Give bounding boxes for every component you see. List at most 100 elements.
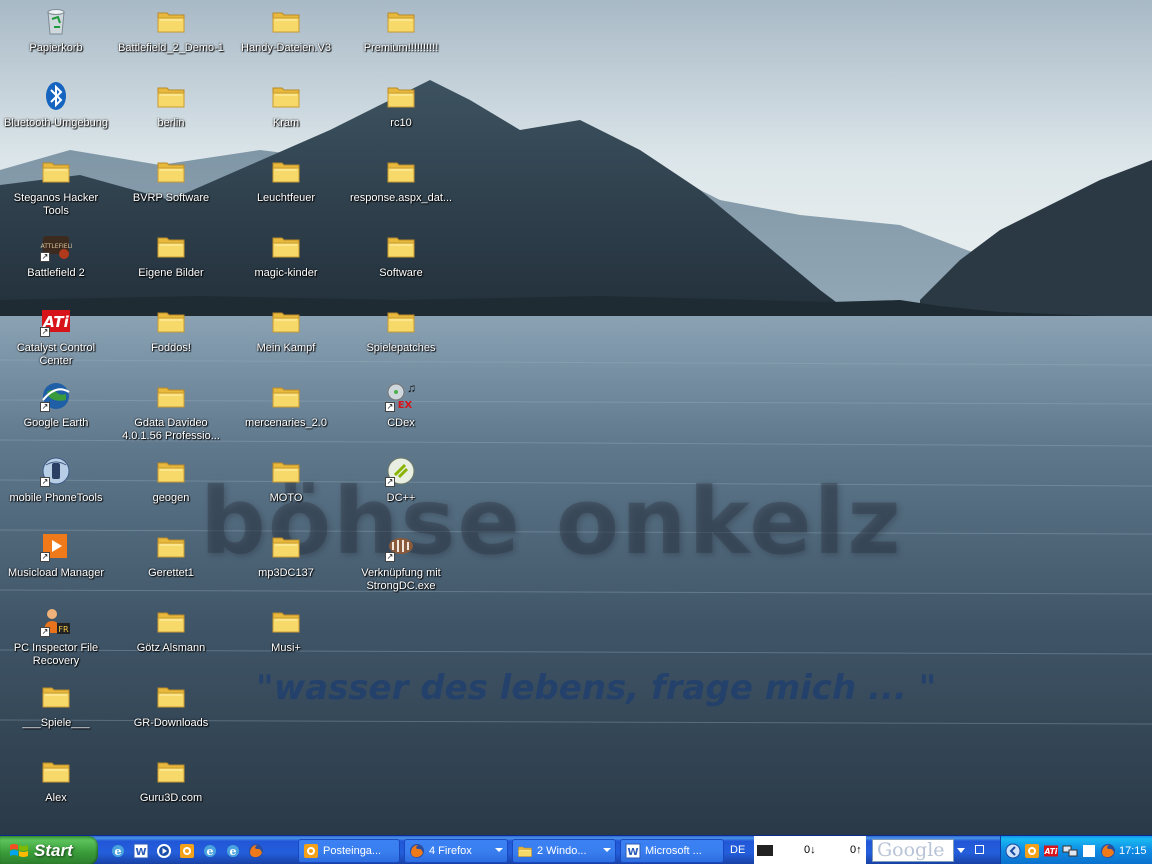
desktop-icon[interactable]: Kram — [230, 77, 342, 151]
desktop-icon[interactable]: ___Spiele___ — [0, 677, 112, 751]
desktop-icon-label: PC Inspector File Recovery — [13, 642, 99, 667]
svg-text:W: W — [135, 847, 146, 858]
desktop-icon[interactable]: Gdata Davideo 4.0.1.56 Professio... — [115, 377, 227, 451]
desktop-icon-label: mercenaries_2.0 — [245, 417, 327, 429]
desktop-icon-label: Bluetooth-Umgebung — [4, 117, 108, 129]
desktop-icon[interactable]: Bluetooth-Umgebung — [0, 77, 112, 151]
desktop-icon[interactable]: Battlefield_2_Demo-1 — [115, 2, 227, 76]
folder-icon — [40, 155, 72, 187]
desktop-icon[interactable]: BATTLEFIELD ↗ Battlefield 2 — [0, 227, 112, 301]
cdex-icon: ♫ EX ↗ — [385, 380, 417, 412]
desktop-icon[interactable]: response.aspx_dat... — [345, 152, 457, 226]
desktop-icon[interactable]: rc10 — [345, 77, 457, 151]
desktop-icon[interactable]: ↗ Verknüpfung mit StrongDC.exe — [345, 527, 457, 601]
desktop-icon-label: Catalyst Control Center — [16, 342, 96, 367]
desktop-icon[interactable]: Gerettet1 — [115, 527, 227, 601]
desktop-icon[interactable]: berlin — [115, 77, 227, 151]
desktop-icon[interactable]: Papierkorb — [0, 2, 112, 76]
desktop-icon[interactable]: ↗ Musicload Manager — [0, 527, 112, 601]
desktop-icon[interactable]: ♫ EX ↗ CDex — [345, 377, 457, 451]
desktop-icon[interactable]: Software — [345, 227, 457, 301]
desktop-icon[interactable]: Leuchtfeuer — [230, 152, 342, 226]
folder-icon — [270, 605, 302, 637]
desktop-icon[interactable]: MOTO — [230, 452, 342, 526]
outlook-icon — [303, 843, 319, 859]
desktop-icon[interactable]: ↗ mobile PhoneTools — [0, 452, 112, 526]
musicload-icon: ↗ — [40, 530, 72, 562]
google-toolbar-restore-icon[interactable] — [975, 845, 984, 854]
task-button[interactable]: 4 Firefox — [404, 839, 508, 863]
ati-icon: ATi ↗ — [40, 305, 72, 337]
recycle-bin-icon — [40, 5, 72, 37]
folder-icon — [517, 843, 533, 859]
desktop-icon[interactable]: Guru3D.com — [115, 752, 227, 826]
desktop-icon[interactable]: Premium!!!!!!!!!! — [345, 2, 457, 76]
back-arrow-icon[interactable] — [1005, 843, 1021, 859]
svg-text:♫: ♫ — [407, 381, 416, 395]
ati-icon[interactable]: ATi — [1043, 843, 1059, 859]
desktop-icon[interactable]: Foddos! — [115, 302, 227, 376]
desktop-icon[interactable]: Musi+ — [230, 602, 342, 676]
google-toolbar-dropdown-icon[interactable] — [957, 848, 965, 853]
desktop-icon-label: Handy-Dateien.V3 — [241, 42, 331, 54]
desktop-icon-label: Google Earth — [23, 417, 89, 429]
outlook-icon[interactable] — [1024, 843, 1040, 859]
desktop-icon-label: Premium!!!!!!!!!! — [363, 42, 439, 54]
folder-icon — [155, 155, 187, 187]
word-icon[interactable]: W — [131, 841, 151, 861]
desktop-icon[interactable]: Götz Alsmann — [115, 602, 227, 676]
task-button-label: Posteinga... — [323, 845, 382, 857]
firefox-icon[interactable] — [1100, 843, 1116, 859]
desktop-icon[interactable]: Handy-Dateien.V3 — [230, 2, 342, 76]
firefox-icon[interactable] — [246, 841, 266, 861]
outlook-icon[interactable] — [177, 841, 197, 861]
desktop-icon[interactable]: ↗ Google Earth — [0, 377, 112, 451]
desktop-icon[interactable]: Alex — [0, 752, 112, 826]
desktop-icon[interactable]: Spielepatches — [345, 302, 457, 376]
desktop-icon[interactable]: FR ↗ PC Inspector File Recovery — [0, 602, 112, 676]
folder-icon — [385, 80, 417, 112]
svg-text:EX: EX — [398, 400, 413, 411]
network-icon[interactable] — [1062, 843, 1078, 859]
desktop-icon[interactable]: ATi ↗ Catalyst Control Center — [0, 302, 112, 376]
task-button[interactable]: Posteinga... — [298, 839, 400, 863]
bluetooth-icon — [40, 80, 72, 112]
desktop-icon[interactable]: geogen — [115, 452, 227, 526]
start-button[interactable]: Start — [0, 836, 98, 864]
quick-launch-bar: e We e — [108, 841, 266, 861]
folder-icon — [270, 5, 302, 37]
media-player-icon[interactable] — [154, 841, 174, 861]
task-button-label: Microsoft ... — [645, 845, 702, 857]
language-indicator[interactable]: DE — [730, 844, 745, 856]
desktop-icon-label: Battlefield 2 — [27, 267, 85, 279]
meter-down-value: 0↓ — [804, 844, 816, 856]
google-earth-icon: ↗ — [40, 380, 72, 412]
clock[interactable]: 17:15 — [1119, 845, 1147, 857]
desktop-icon-label: response.aspx_dat... — [349, 192, 453, 204]
folder-icon — [385, 155, 417, 187]
google-toolbar-search[interactable]: Google — [872, 839, 954, 862]
desktop-icon[interactable]: Steganos Hacker Tools — [0, 152, 112, 226]
folder-icon — [155, 80, 187, 112]
shortcut-arrow-icon: ↗ — [40, 552, 50, 562]
desktop-icon[interactable]: GR-Downloads — [115, 677, 227, 751]
task-button[interactable]: W Microsoft ... — [620, 839, 724, 863]
ie-icon[interactable]: e — [108, 841, 128, 861]
desktop-icon[interactable]: ↗ DC++ — [345, 452, 457, 526]
ie-icon[interactable]: e — [223, 841, 243, 861]
white-box-icon[interactable] — [1081, 843, 1097, 859]
desktop-icon[interactable]: BVRP Software — [115, 152, 227, 226]
shortcut-arrow-icon: ↗ — [40, 327, 50, 337]
desktop-icon[interactable]: mp3DC137 — [230, 527, 342, 601]
ie-icon[interactable]: e — [200, 841, 220, 861]
shortcut-arrow-icon: ↗ — [40, 627, 50, 637]
task-button[interactable]: 2 Windo... — [512, 839, 616, 863]
desktop-icon-label: Kram — [272, 117, 300, 129]
desktop-icon[interactable]: Mein Kampf — [230, 302, 342, 376]
desktop-icon[interactable]: magic-kinder — [230, 227, 342, 301]
folder-icon — [155, 455, 187, 487]
desktop-icon[interactable]: mercenaries_2.0 — [230, 377, 342, 451]
strongdc-icon: ↗ — [385, 530, 417, 562]
desktop-icon[interactable]: Eigene Bilder — [115, 227, 227, 301]
desktop-icon-label: MOTO — [269, 492, 303, 504]
